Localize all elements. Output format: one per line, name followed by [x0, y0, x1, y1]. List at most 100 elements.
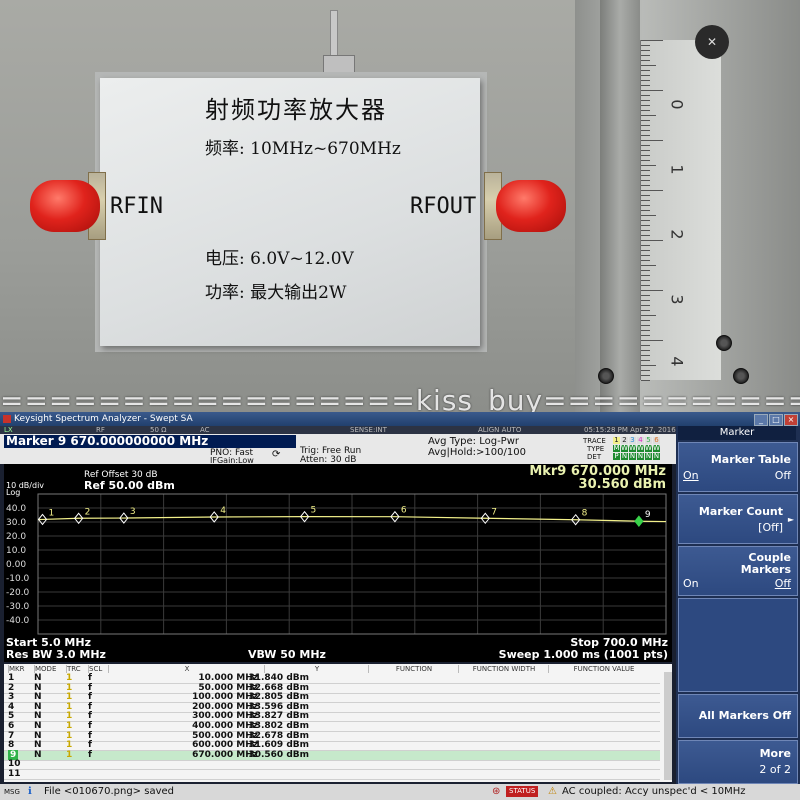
maximize-button[interactable]: □ — [769, 414, 783, 426]
table-header: X — [108, 665, 265, 673]
table-row[interactable]: 2 N 1 f 50.000 MHz 32.668 dBm — [4, 683, 660, 694]
sweep-label[interactable]: Sweep 1.000 ms (1001 pts) — [499, 648, 668, 661]
table-header: Y — [264, 665, 369, 673]
trace-label: TRACE — [583, 437, 606, 445]
caliper-tick — [641, 325, 650, 326]
caliper-number: 3 — [667, 294, 687, 305]
trace-number: 4 — [637, 436, 644, 444]
caliper-tick — [641, 110, 650, 111]
couple-off: Off — [774, 577, 791, 590]
spectrum-plot[interactable]: 40.0 30.0 20.0 10.0 0.00 -10.0 -20.0 -30.0 -40.0… — [4, 464, 672, 662]
frequency-label: 频率: 10MHz~670MHz — [205, 139, 401, 159]
page-indicator: 2 of 2 — [759, 763, 791, 776]
caliper-tick — [641, 50, 650, 51]
table-header: FUNCTION WIDTH — [458, 665, 549, 673]
table-header: SCL — [88, 665, 109, 673]
caliper-tick — [641, 40, 663, 41]
table-row[interactable]: 6 N 1 f 400.000 MHz 33.802 dBm — [4, 721, 660, 732]
table-row[interactable]: 9 N 1 f 670.000 MHz 30.560 dBm — [4, 749, 660, 761]
status-icon: ⊛ — [492, 786, 501, 797]
module-title: 射频功率放大器 — [205, 96, 387, 124]
caliper-tick — [641, 135, 650, 136]
trigger-icon: ⟳ — [272, 449, 281, 460]
plot-footer: Start 5.0 MHz Stop 700.0 MHz Res BW 3.0 … — [4, 636, 672, 662]
message-bar: MSG ℹ File <010670.png> saved ⊛ STATUS ⚠… — [0, 784, 800, 800]
trc-cell: 1 — [66, 730, 73, 741]
trace-type: W — [629, 444, 636, 452]
table-row[interactable]: 3 N 1 f 100.000 MHz 32.805 dBm — [4, 692, 660, 704]
table-scrollbar[interactable] — [664, 672, 672, 780]
avg-hold-label: Avg|Hold:>100/100 — [428, 447, 526, 458]
table-row[interactable]: 10 — [4, 759, 660, 771]
caliper-tick — [641, 335, 650, 336]
trace-indicator: TRACE TYPE DET 123456MWWWWWPNNNNN — [583, 436, 673, 461]
impedance-label: 50 Ω — [150, 426, 167, 434]
close-button[interactable]: × — [784, 414, 798, 426]
caliper-tick — [641, 190, 663, 191]
y-cell: 33.596 dBm — [248, 701, 309, 712]
screw — [716, 335, 732, 351]
y-cell: 31.840 dBm — [248, 673, 309, 683]
status-badge[interactable]: STATUS — [506, 786, 539, 797]
caliper-tick — [641, 370, 650, 371]
table-row[interactable]: 1 N 1 f 10.000 MHz 31.840 dBm — [4, 673, 660, 684]
caliper-tick — [641, 260, 650, 261]
avg-type-label: Avg Type: Log-Pwr — [428, 436, 520, 447]
rfout-label: RFOUT — [410, 194, 477, 219]
softkey-panel: Marker Marker Table On Off Marker Count … — [676, 426, 800, 784]
minimize-button[interactable]: _ — [754, 414, 768, 426]
marker-table-softkey[interactable]: Marker Table On Off — [678, 442, 798, 492]
scl-cell: f — [88, 730, 92, 741]
caliper-tick — [641, 90, 663, 91]
caliper-tick — [641, 165, 656, 166]
table-row[interactable]: 5 N 1 f 300.000 MHz 33.827 dBm — [4, 711, 660, 723]
spectrum-chart: 40.0 30.0 20.0 10.0 0.00 -10.0 -20.0 -30.0 -40.0… — [6, 493, 667, 635]
mode-cell: N — [34, 721, 42, 731]
more-softkey[interactable]: More 2 of 2 — [678, 740, 798, 784]
caliper-tick — [641, 340, 663, 341]
warning-icon: ⚠ — [548, 786, 557, 797]
table-row[interactable]: 4 N 1 f 200.000 MHz 33.596 dBm — [4, 701, 660, 713]
trace-number: 6 — [653, 436, 660, 444]
caliper-tick — [641, 115, 656, 116]
marker-count-softkey[interactable]: Marker Count [Off] ► — [678, 494, 798, 544]
caliper-tick — [641, 350, 650, 351]
voltage-label: 电压: 6.0V~12.0V — [205, 249, 354, 269]
caliper-tick — [641, 105, 650, 106]
mkr-cell: 1 — [8, 673, 15, 683]
trace-type: M — [613, 444, 620, 452]
marker-count-value: [Off] — [758, 521, 783, 534]
red-cap-in — [30, 180, 100, 232]
marker-table: MKR MODE TRC SCL X Y FUNCTION FUNCTION WIDTH FUN… — [4, 664, 672, 782]
caliper-tick — [641, 285, 650, 286]
table-row[interactable]: 11 — [4, 769, 660, 780]
softkey-menu-title: Marker — [678, 426, 796, 440]
all-markers-off-softkey[interactable]: All Markers Off — [678, 694, 798, 738]
rbw-label[interactable]: Res BW 3.0 MHz — [6, 648, 106, 661]
table-row[interactable]: 7 N 1 f 500.000 MHz 32.678 dBm — [4, 730, 660, 742]
mode-cell: N — [34, 673, 42, 683]
trace-type: W — [621, 444, 628, 452]
scl-cell: f — [88, 692, 92, 703]
vbw-label[interactable]: VBW 50 MHz — [248, 648, 326, 661]
submenu-arrow-icon: ► — [787, 515, 794, 524]
mkr-cell: 10 — [8, 759, 21, 770]
mkr-cell: 4 — [8, 701, 15, 712]
product-photo: ✕ 0 1 2 3 4 射频功率放大器 频率: 10MHz~670MHz RFI… — [0, 0, 800, 412]
caliper-tick — [641, 310, 650, 311]
trace-detector: N — [637, 452, 644, 460]
datetime: 05:15:28 PM Apr 27, 2016 — [584, 426, 676, 434]
couple-markers-softkey[interactable]: Couple Markers On Off — [678, 546, 798, 596]
rf-label: RF — [96, 426, 105, 434]
caliper-tick — [641, 150, 650, 151]
marker-label: 1 — [49, 508, 55, 518]
y-cell: 32.805 dBm — [248, 692, 309, 703]
marker-table-on: On — [683, 469, 699, 482]
active-marker-header[interactable]: Marker 9 670.000000000 MHz — [4, 435, 296, 448]
caliper-tick — [641, 160, 650, 161]
caliper-tick — [641, 320, 650, 321]
y-tick-label: 40.0 — [6, 504, 26, 514]
table-row[interactable]: 8 N 1 f 600.000 MHz 31.609 dBm — [4, 740, 660, 752]
table-header: MKR — [8, 665, 35, 673]
caliper-tick — [641, 185, 650, 186]
